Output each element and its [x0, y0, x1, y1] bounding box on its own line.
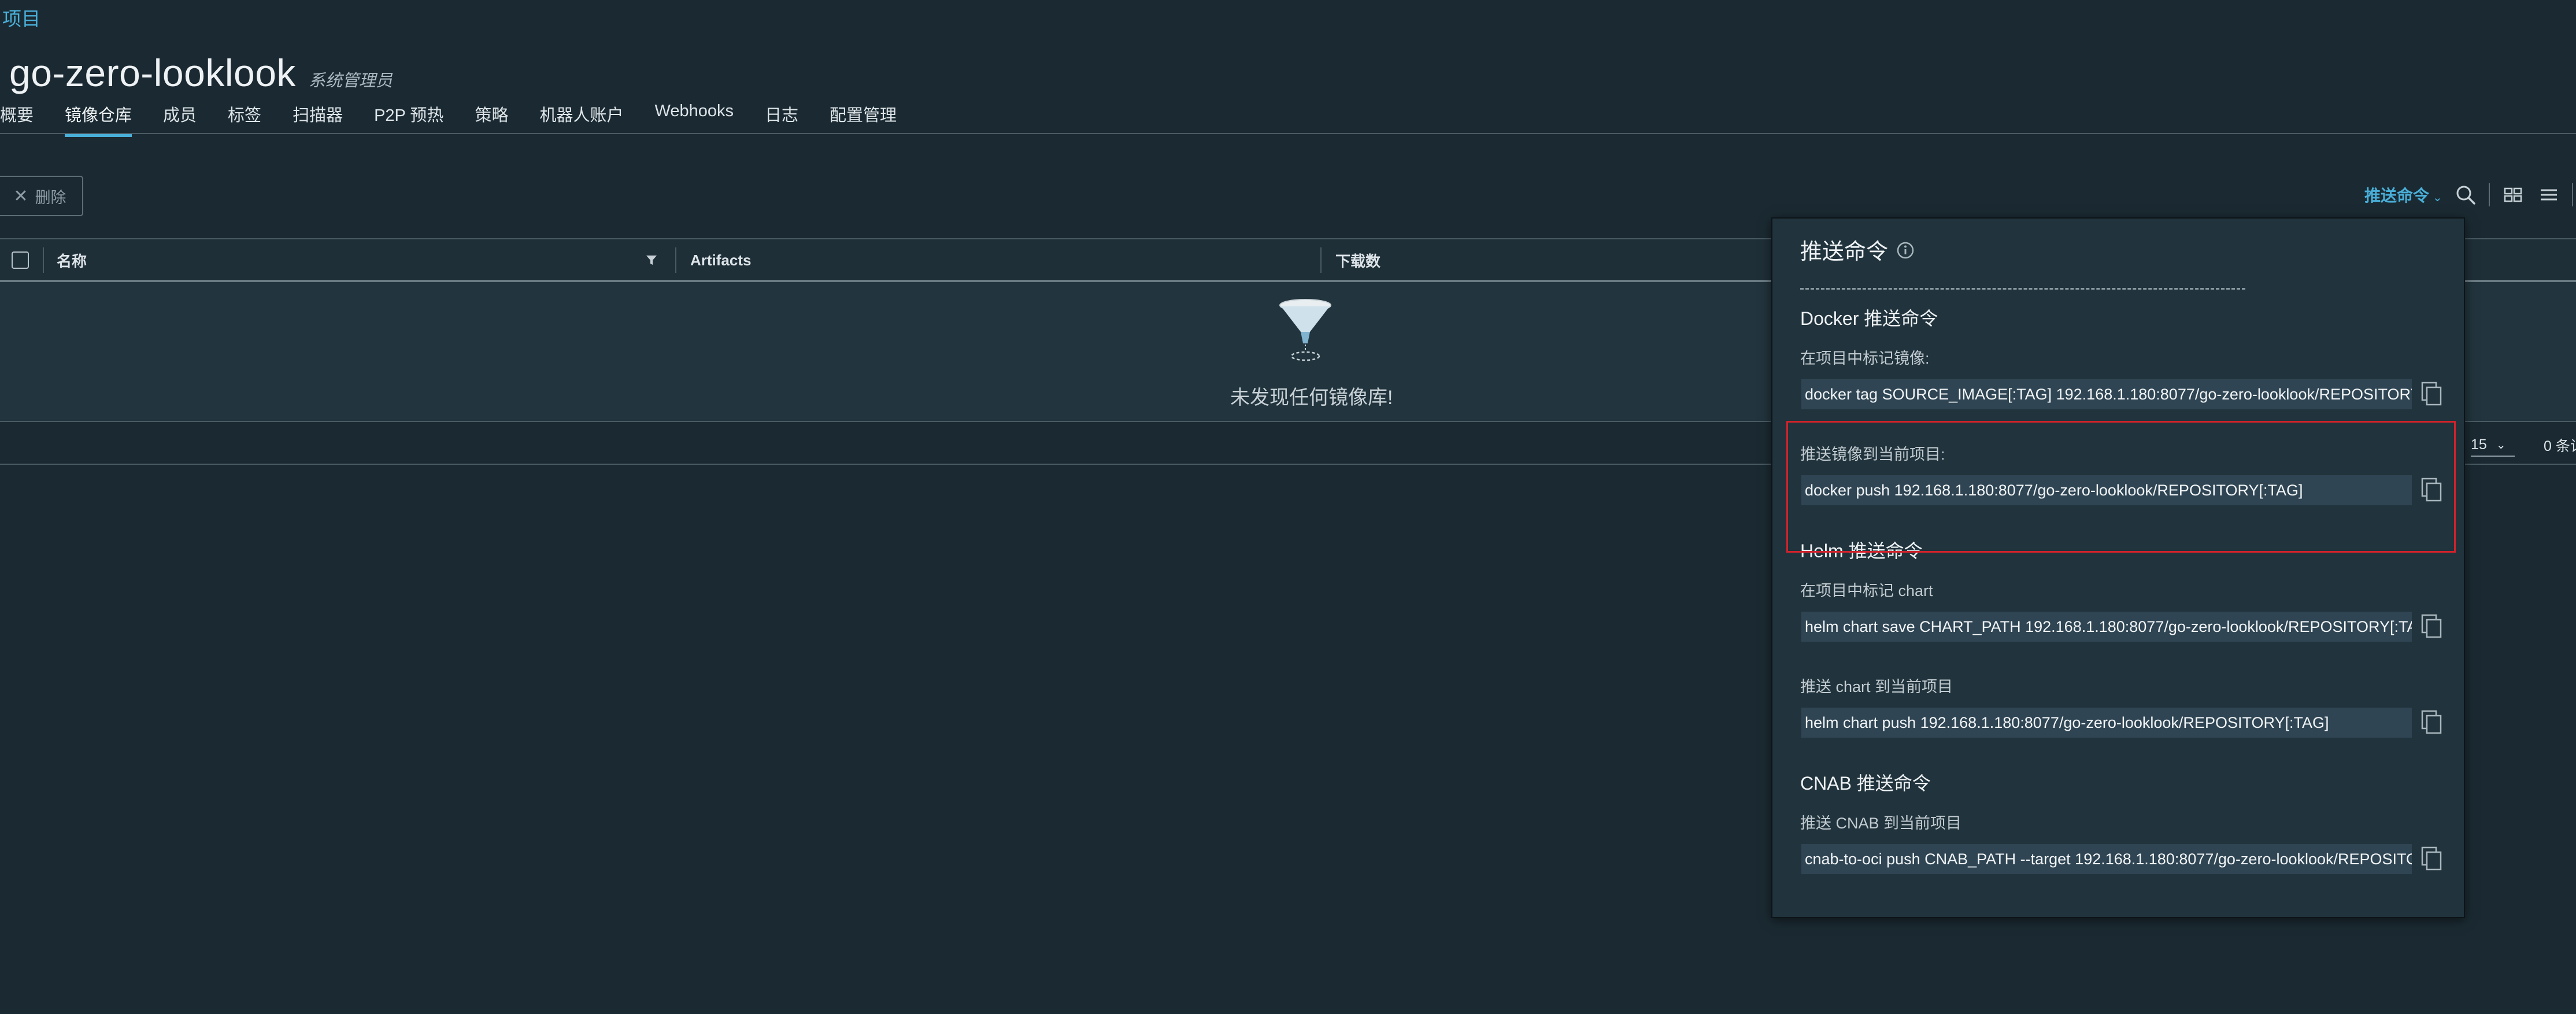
- push-command-popover: 推送命令 Docker 推送命令 在项目中标记镜像: docker tag SO…: [1771, 217, 2465, 918]
- page: 项目 go-zero-looklook 系统管理员 概要 镜像仓库 成员 标签 …: [0, 0, 2576, 1014]
- info-icon[interactable]: [1896, 240, 1915, 259]
- page-size-select[interactable]: 15 ⌄: [2471, 434, 2515, 457]
- tab-bar: 概要 镜像仓库 成员 标签 扫描器 P2P 预热 策略 机器人账户 Webhoo…: [0, 102, 928, 137]
- chevron-down-icon: ⌄: [2433, 191, 2442, 204]
- cnab-push-label: 推送 CNAB 到当前项目: [1800, 815, 1962, 832]
- column-divider: [675, 247, 676, 273]
- project-role: 系统管理员: [308, 72, 393, 90]
- copy-icon[interactable]: [2420, 613, 2444, 639]
- list-view-icon[interactable]: [2536, 182, 2562, 208]
- docker-section-title: Docker 推送命令: [1800, 308, 1938, 329]
- copy-icon[interactable]: [2420, 709, 2444, 735]
- close-icon: ✕: [13, 186, 28, 206]
- tab-configuration[interactable]: 配置管理: [830, 102, 897, 134]
- tab-scanners[interactable]: 扫描器: [293, 102, 343, 134]
- card-view-icon[interactable]: [2500, 182, 2526, 208]
- copy-icon[interactable]: [2420, 845, 2444, 872]
- tab-labels[interactable]: 标签: [228, 102, 261, 134]
- helm-push-command[interactable]: helm chart push 192.168.1.180:8077/go-ze…: [1801, 708, 2412, 738]
- copy-icon[interactable]: [2420, 476, 2444, 503]
- column-artifacts[interactable]: Artifacts: [690, 239, 751, 281]
- tab-webhooks[interactable]: Webhooks: [654, 102, 734, 129]
- tab-logs[interactable]: 日志: [765, 102, 798, 134]
- push-command-label: 推送命令: [2364, 187, 2430, 205]
- popover-title-text: 推送命令: [1800, 240, 1889, 264]
- empty-state-message: 未发现任何镜像库!: [1230, 387, 1393, 409]
- page-title: go-zero-looklook: [9, 51, 296, 94]
- popover-divider: [1800, 288, 2245, 290]
- tab-p2p-preheat[interactable]: P2P 预热: [374, 102, 443, 134]
- filter-icon[interactable]: [645, 239, 658, 281]
- helm-section-title: Helm 推送命令: [1800, 541, 1923, 561]
- toolbar-right: 推送命令 ⌄: [2364, 180, 2576, 209]
- tab-policy[interactable]: 策略: [475, 102, 508, 134]
- tab-summary[interactable]: 概要: [0, 102, 34, 134]
- toolbar-separator: [2571, 183, 2573, 206]
- push-command-dropdown[interactable]: 推送命令 ⌄: [2364, 183, 2442, 206]
- docker-push-label: 推送镜像到当前项目:: [1800, 446, 1945, 463]
- helm-tag-label: 在项目中标记 chart: [1800, 582, 1933, 599]
- page-size-value: 15: [2471, 436, 2487, 453]
- select-all-checkbox[interactable]: [12, 239, 29, 281]
- cnab-section-title: CNAB 推送命令: [1800, 773, 1931, 794]
- helm-push-label: 推送 chart 到当前项目: [1800, 678, 1953, 695]
- tab-robot-accounts[interactable]: 机器人账户: [539, 102, 623, 134]
- popover-title: 推送命令: [1800, 234, 1915, 265]
- docker-tag-command[interactable]: docker tag SOURCE_IMAGE[:TAG] 192.168.1.…: [1801, 379, 2412, 409]
- column-divider: [1320, 247, 1322, 273]
- delete-button-label: 删除: [35, 188, 66, 206]
- docker-tag-label: 在项目中标记镜像:: [1800, 350, 1930, 367]
- delete-button[interactable]: ✕ 删除: [0, 176, 83, 216]
- column-divider: [43, 247, 44, 273]
- checkbox-icon: [12, 251, 29, 269]
- column-downloads[interactable]: 下载数: [1335, 239, 1380, 281]
- tabs-divider: [0, 133, 2576, 134]
- title-row: go-zero-looklook 系统管理员: [9, 51, 393, 95]
- cnab-push-command[interactable]: cnab-to-oci push CNAB_PATH --target 192.…: [1801, 844, 2412, 874]
- breadcrumb-projects[interactable]: 项目: [2, 3, 40, 31]
- search-icon[interactable]: [2453, 182, 2478, 208]
- tab-members[interactable]: 成员: [163, 102, 197, 134]
- total-count: 0 条记: [2544, 438, 2576, 454]
- tab-repositories[interactable]: 镜像仓库: [65, 102, 132, 137]
- chevron-down-icon: ⌄: [2496, 438, 2506, 452]
- helm-save-command[interactable]: helm chart save CHART_PATH 192.168.1.180…: [1801, 612, 2412, 642]
- docker-push-command[interactable]: docker push 192.168.1.180:8077/go-zero-l…: [1801, 475, 2412, 505]
- toolbar-separator: [2488, 183, 2490, 206]
- column-name[interactable]: 名称: [57, 239, 87, 281]
- empty-state-icon: [1278, 296, 1333, 364]
- copy-icon[interactable]: [2420, 380, 2444, 407]
